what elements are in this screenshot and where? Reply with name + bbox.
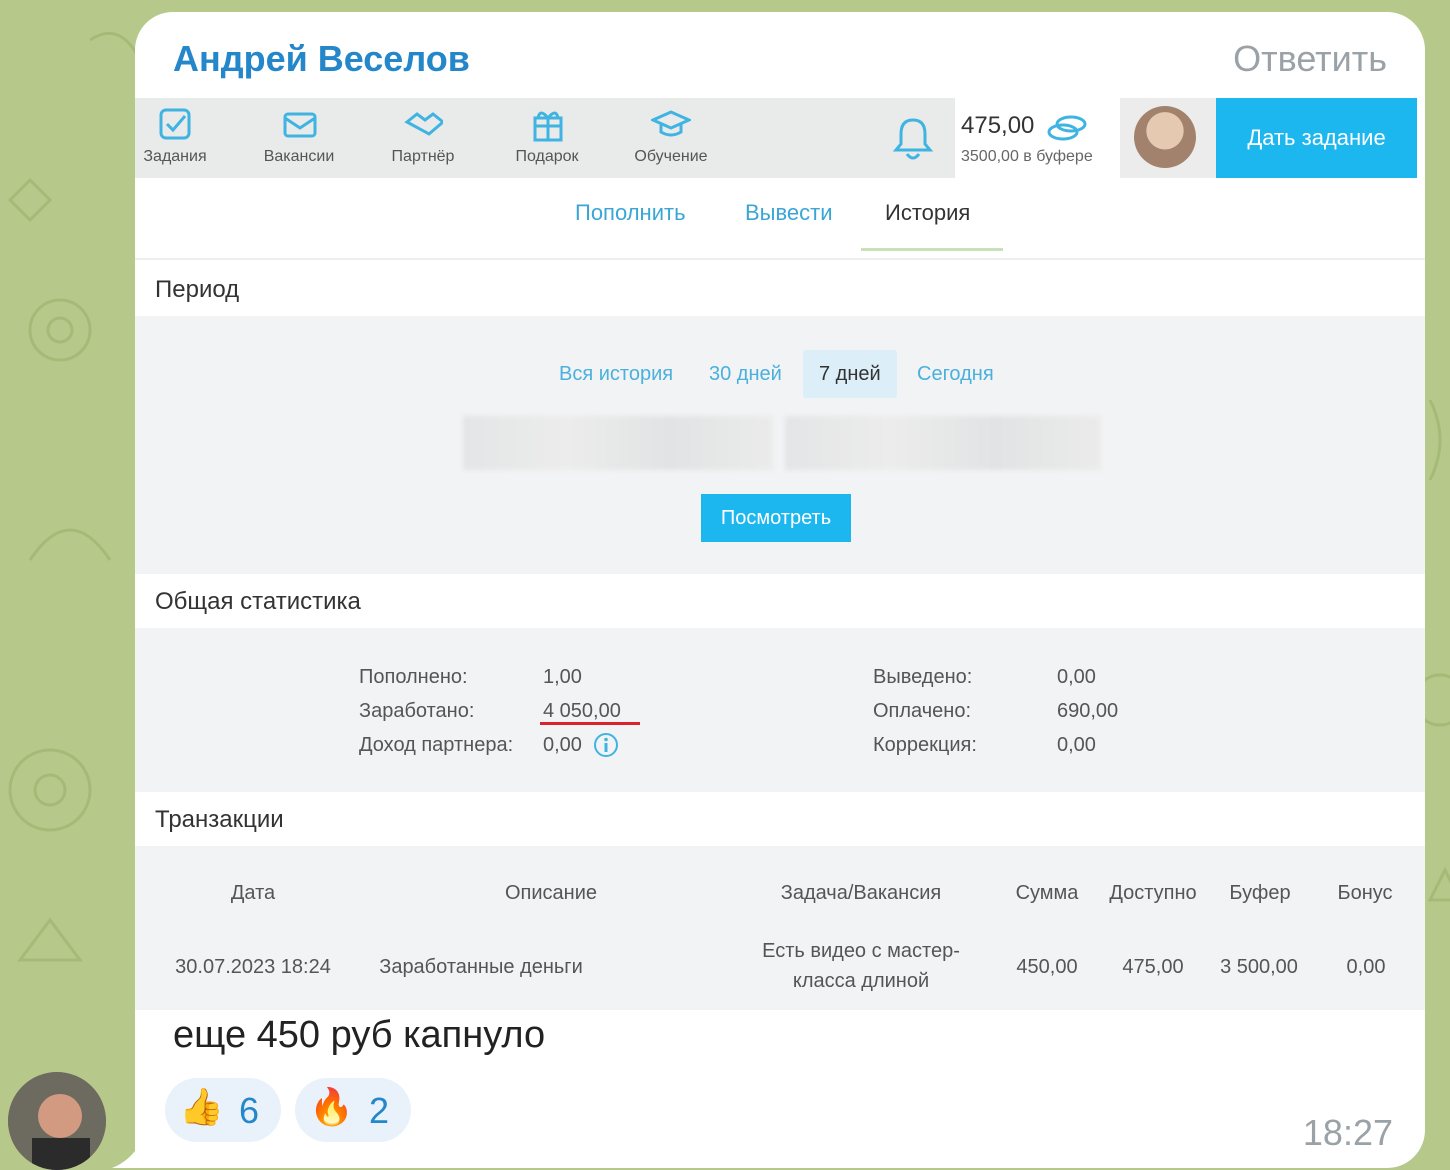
stats-panel: Пополнено: 1,00 Заработано: 4 050,00 Дох… <box>135 628 1425 792</box>
coins-icon <box>1047 115 1087 141</box>
fire-icon: 🔥 <box>309 1086 354 1127</box>
stat-label: Пополнено: <box>359 666 468 688</box>
site-nav: Задания Вакансии Партнёр Подарок Обучени… <box>135 98 955 178</box>
graduation-cap-icon <box>651 110 691 137</box>
row-task-line2: класса длиной <box>792 970 930 992</box>
attached-screenshot[interactable]: Задания Вакансии Партнёр Подарок Обучени… <box>135 98 1425 1010</box>
row-date: 30.07.2023 18:24 <box>175 956 331 978</box>
stat-value-earned: 4 050,00 <box>543 700 621 722</box>
sender-avatar[interactable] <box>8 1072 106 1170</box>
info-icon[interactable] <box>593 732 619 758</box>
stats-title: Общая статистика <box>155 588 361 615</box>
nav-label: Задания <box>143 148 207 165</box>
reply-button[interactable]: Ответить <box>1233 38 1387 80</box>
stat-value: 690,00 <box>1057 700 1119 722</box>
nav-item-tasks[interactable]: Задания <box>135 104 225 178</box>
column-header: Бонус <box>1337 882 1393 904</box>
stat-value: 0,00 <box>1057 734 1096 756</box>
nav-item-learning[interactable]: Обучение <box>621 104 721 178</box>
site-header: Задания Вакансии Партнёр Подарок Обучени… <box>135 98 1425 178</box>
tab-deposit[interactable]: Пополнить <box>575 200 686 226</box>
column-header: Задача/Вакансия <box>780 882 942 904</box>
stat-label: Заработано: <box>359 700 475 722</box>
message-time: 18:27 <box>1302 1112 1393 1153</box>
handshake-icon <box>404 112 443 136</box>
stat-value: 0,00 <box>1057 666 1096 688</box>
balance-buffer: 3500,00 в буфере <box>961 148 1093 165</box>
reaction-count: 6 <box>239 1090 260 1131</box>
balance-block: 475,00 3500,00 в буфере <box>955 98 1120 178</box>
nav-label: Партнёр <box>391 148 455 165</box>
column-header: Дата <box>230 882 276 904</box>
period-panel: Вся история 30 дней 7 дней Сегодня Посмо… <box>135 316 1425 574</box>
stat-value: 1,00 <box>543 666 582 688</box>
stat-label: Коррекция: <box>873 734 977 756</box>
nav-label: Обучение <box>634 148 708 165</box>
give-task-button[interactable]: Дать задание <box>1216 98 1417 178</box>
period-title: Период <box>155 276 240 303</box>
column-header: Буфер <box>1229 882 1291 904</box>
bell-icon[interactable] <box>891 114 935 162</box>
row-description: Заработанные деньги <box>379 956 583 978</box>
tab-withdraw[interactable]: Вывести <box>745 200 833 226</box>
row-task: Есть видео с мастер- <box>762 940 960 962</box>
nav-label: Подарок <box>515 148 579 165</box>
sender-name[interactable]: Андрей Веселов <box>173 38 470 80</box>
row-available: 475,00 <box>1122 956 1184 978</box>
stat-label: Выведено: <box>873 666 973 688</box>
envelope-icon <box>283 112 317 138</box>
nav-item-partner[interactable]: Партнёр <box>373 104 473 178</box>
nav-label: Вакансии <box>263 148 335 165</box>
period-30-days[interactable]: 30 дней <box>693 350 798 398</box>
stat-value: 0,00 <box>543 734 582 756</box>
reaction-count: 2 <box>369 1090 390 1131</box>
view-button[interactable]: Посмотреть <box>701 494 851 542</box>
reaction-fire[interactable]: 🔥 2 <box>295 1078 411 1142</box>
date-to-input[interactable] <box>785 416 1101 470</box>
date-from-input[interactable] <box>463 416 773 470</box>
gift-icon <box>533 111 563 142</box>
column-header: Доступно <box>1109 882 1197 904</box>
period-7-days[interactable]: 7 дней <box>803 350 897 398</box>
balance-amount: 475,00 <box>961 112 1035 139</box>
wallet-tabs: Пополнить Вывести История <box>135 178 1425 260</box>
thumbs-up-icon: 👍 <box>179 1086 224 1127</box>
row-sum: 450,00 <box>1016 956 1078 978</box>
highlight-underline <box>540 722 640 725</box>
message-text: еще 450 руб капнуло <box>173 1014 546 1056</box>
column-header: Сумма <box>1015 882 1079 904</box>
tab-history[interactable]: История <box>885 200 970 226</box>
message-bubble: Андрей Веселов Ответить Задания Вакансии… <box>135 12 1425 1168</box>
stat-label: Оплачено: <box>873 700 972 722</box>
active-tab-indicator <box>861 248 1003 251</box>
period-today[interactable]: Сегодня <box>901 350 1010 398</box>
user-avatar-zone[interactable] <box>1120 98 1216 178</box>
user-avatar[interactable] <box>1134 106 1196 168</box>
period-all-history[interactable]: Вся история <box>543 350 689 398</box>
nav-item-vacancies[interactable]: Вакансии <box>249 104 349 178</box>
transactions-title: Транзакции <box>155 806 284 833</box>
nav-item-gift[interactable]: Подарок <box>497 104 597 178</box>
transactions-table: Дата Описание Задача/Вакансия Сумма Дост… <box>135 846 1425 1010</box>
tasks-icon <box>159 108 191 140</box>
row-buffer: 3 500,00 <box>1220 956 1298 978</box>
row-bonus: 0,00 <box>1346 956 1386 978</box>
column-header: Описание <box>504 882 598 904</box>
reaction-thumbs-up[interactable]: 👍 6 <box>165 1078 281 1142</box>
stat-label: Доход партнера: <box>359 734 514 756</box>
